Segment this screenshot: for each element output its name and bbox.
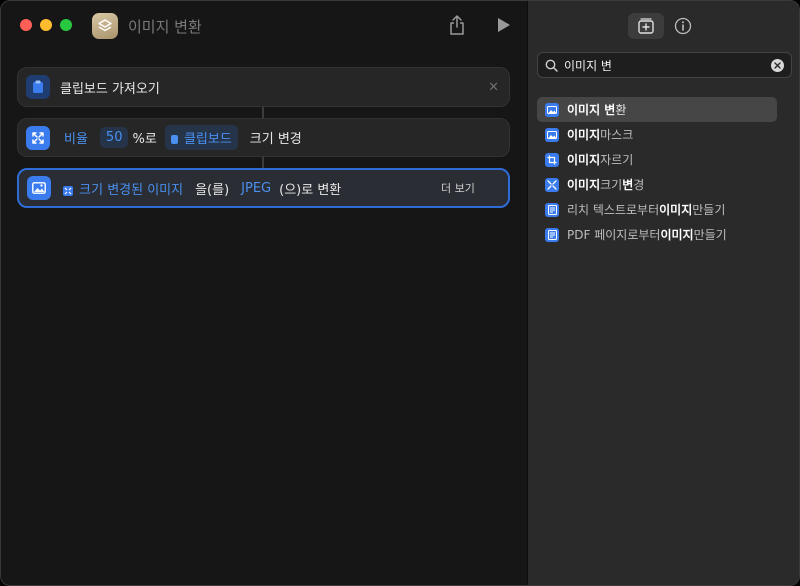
result-image-from-pdf-page[interactable]: PDF 페이지로부터 이미지 만들기 xyxy=(537,222,777,247)
image-icon xyxy=(545,102,559,117)
clipboard-icon xyxy=(170,135,178,144)
share-button[interactable] xyxy=(446,13,468,37)
tab-info[interactable] xyxy=(673,16,693,36)
tab-action-library[interactable] xyxy=(628,13,664,39)
object-particle-label: 을(를) xyxy=(195,182,230,198)
document-icon xyxy=(545,202,559,217)
action-library-pane: 이미지 변환 이미지 마스크 이미지 자르기 이미지 xyxy=(527,1,799,585)
play-icon xyxy=(498,18,510,32)
add-action-icon xyxy=(638,18,654,34)
app-window: 이미지 변환 클립보드 가져오기 × 비율 50 %로 클립보드 크기 변경 크… xyxy=(0,0,800,586)
shortcuts-app-icon[interactable] xyxy=(92,13,118,39)
close-icon xyxy=(774,61,781,69)
resized-image-variable-label: 크기 변경된 이미지 xyxy=(79,182,184,198)
editor-pane: 이미지 변환 클립보드 가져오기 × 비율 50 %로 클립보드 크기 변경 크… xyxy=(1,1,527,585)
convert-suffix-label: (으)로 변환 xyxy=(279,182,342,198)
search-results-list: 이미지 변환 이미지 마스크 이미지 자르기 이미지 크기 변 경 리치 텍스트… xyxy=(537,97,777,247)
action-title: 클립보드 가져오기 xyxy=(60,81,160,97)
close-window-button[interactable] xyxy=(20,19,32,31)
image-icon xyxy=(27,176,51,200)
percent-value-field[interactable]: 50 xyxy=(99,127,129,148)
clipboard-variable-label: 클립보드 xyxy=(183,132,232,147)
maximize-window-button[interactable] xyxy=(60,19,72,31)
result-match: 이미지 xyxy=(659,203,693,217)
window-title: 이미지 변환 xyxy=(128,18,202,36)
result-label: PDF 페이지로부터 xyxy=(567,228,661,242)
clear-search-button[interactable] xyxy=(771,58,784,72)
ratio-param[interactable]: 비율 xyxy=(62,125,90,150)
result-match: 이미지 xyxy=(567,128,601,142)
sidebar-tabbar xyxy=(528,11,799,41)
run-button[interactable] xyxy=(495,15,513,35)
clipboard-variable-token[interactable]: 클립보드 xyxy=(164,125,238,150)
share-icon xyxy=(450,15,464,35)
result-match: 이미지 xyxy=(567,153,601,167)
result-image-from-rich-text[interactable]: 리치 텍스트로부터 이미지 만들기 xyxy=(537,197,777,222)
result-match: 이미지 xyxy=(567,178,601,192)
action-verb-label: 크기 변경 xyxy=(249,132,302,147)
crop-icon xyxy=(545,152,559,167)
action-convert-image[interactable]: 크기 변경된 이미지 을(를) JPEG (으)로 변환 더 보기 xyxy=(17,168,510,208)
search-input[interactable] xyxy=(564,55,771,75)
resize-icon xyxy=(26,125,50,150)
result-mask-image[interactable]: 이미지 마스크 xyxy=(537,122,777,147)
result-match: 변 xyxy=(622,178,634,192)
search-icon xyxy=(544,58,558,72)
image-icon xyxy=(545,127,559,142)
show-more-button[interactable]: 더 보기 xyxy=(441,180,475,196)
result-resize-image[interactable]: 이미지 크기 변경 xyxy=(537,172,777,197)
result-label: 경 xyxy=(633,178,645,192)
document-icon xyxy=(545,227,559,242)
resize-icon xyxy=(545,177,559,192)
result-label: 리치 텍스트로부터 xyxy=(567,203,660,217)
result-label: 환 xyxy=(615,103,627,117)
result-crop-image[interactable]: 이미지 자르기 xyxy=(537,147,777,172)
remove-action-button[interactable]: × xyxy=(488,80,499,95)
result-label: 크기 xyxy=(600,178,623,192)
action-search-field[interactable] xyxy=(537,52,792,78)
resize-icon xyxy=(63,185,73,196)
action-get-clipboard[interactable]: 클립보드 가져오기 × xyxy=(17,67,510,107)
format-param[interactable]: JPEG xyxy=(239,178,273,199)
percent-unit-label: %로 xyxy=(132,132,157,147)
result-match: 이미지 변 xyxy=(567,103,616,117)
resized-image-variable-token[interactable]: 크기 변경된 이미지 xyxy=(61,176,185,201)
result-label: 마스크 xyxy=(600,128,634,142)
result-label: 만들기 xyxy=(693,228,727,242)
minimize-window-button[interactable] xyxy=(40,19,52,31)
action-resize-image[interactable]: 비율 50 %로 클립보드 크기 변경 xyxy=(17,118,510,157)
info-icon xyxy=(674,17,692,35)
result-label: 자르기 xyxy=(600,153,634,167)
result-label: 만들기 xyxy=(692,203,726,217)
clipboard-icon xyxy=(26,75,50,99)
result-convert-image[interactable]: 이미지 변환 xyxy=(537,97,777,122)
result-match: 이미지 xyxy=(660,228,694,242)
